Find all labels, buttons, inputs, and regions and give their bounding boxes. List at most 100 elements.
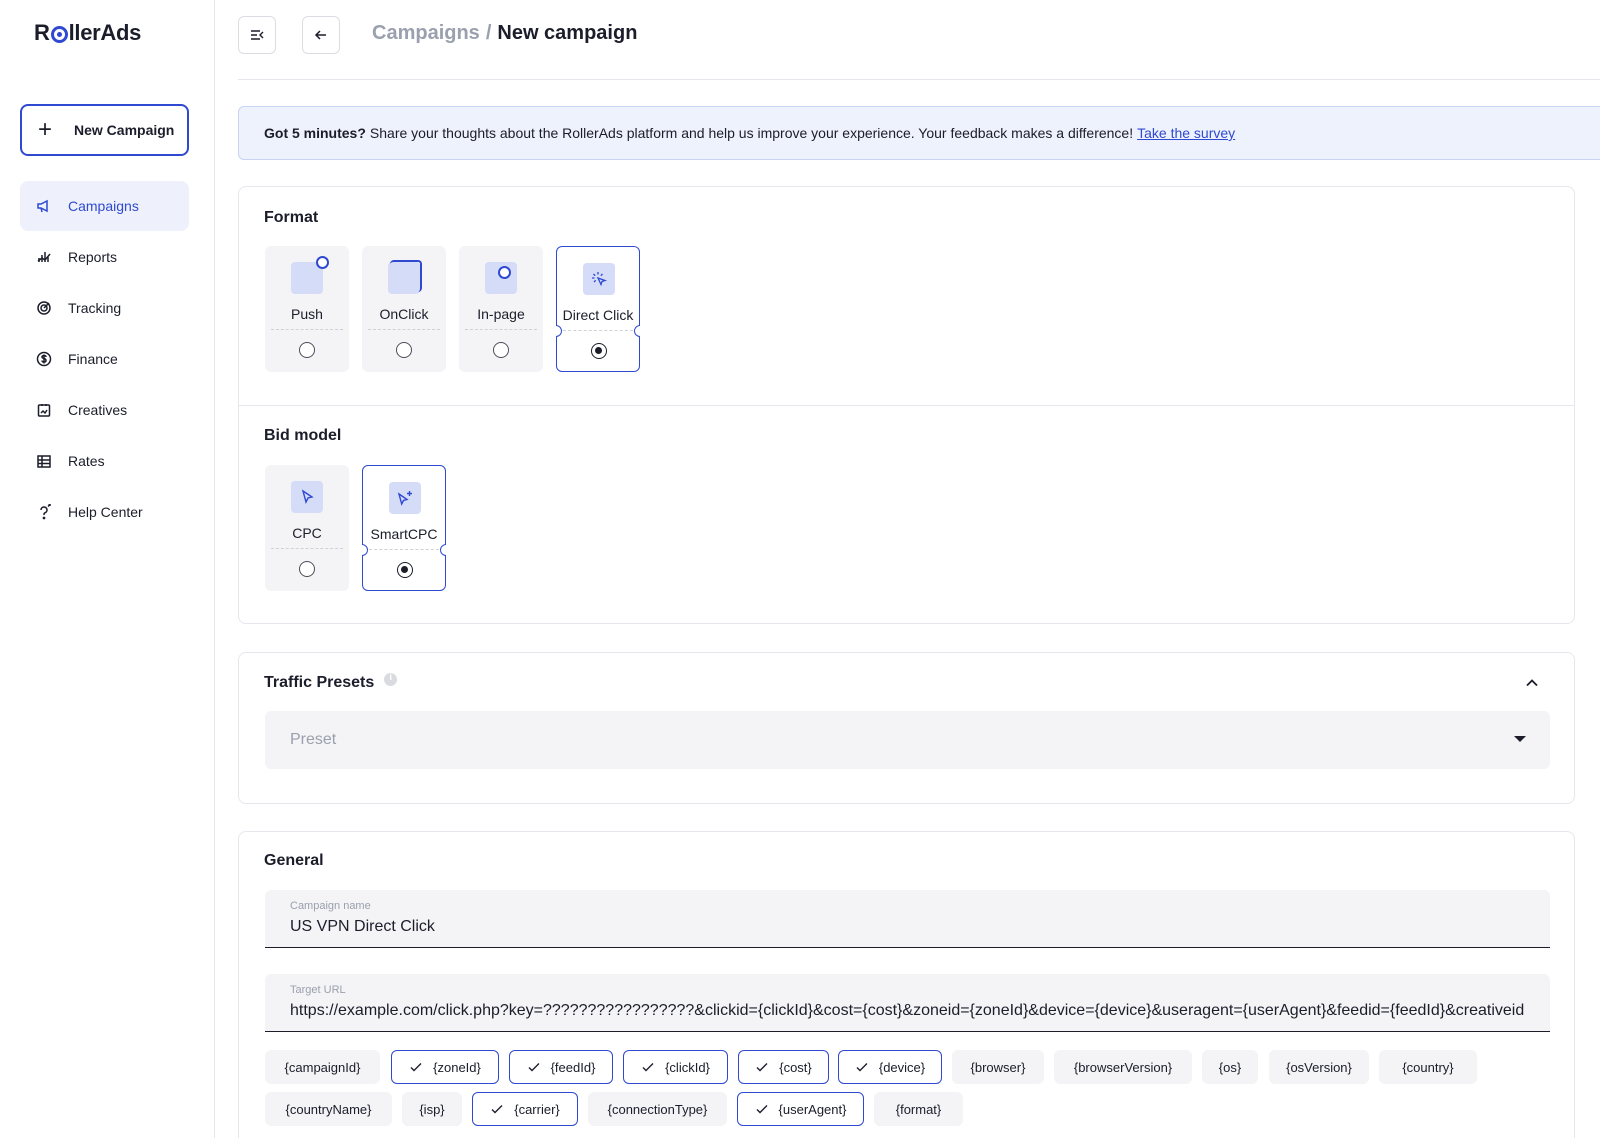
macro-chip-device[interactable]: {device} <box>838 1050 942 1084</box>
macro-chip-label: {zoneId} <box>433 1059 481 1075</box>
macro-chip-label: {connectionType} <box>607 1101 708 1117</box>
format-option-onclick[interactable]: OnClick <box>362 246 446 372</box>
macro-chip-label: {userAgent} <box>778 1101 847 1117</box>
format-option-push[interactable]: Push <box>265 246 349 372</box>
macro-chip-os[interactable]: {os} <box>1202 1050 1258 1084</box>
format-radio-push[interactable] <box>299 342 315 358</box>
general-title: General <box>264 852 324 869</box>
macro-chip-label: {isp} <box>419 1101 445 1117</box>
dollar-icon <box>36 351 52 367</box>
macro-chip-browser[interactable]: {browser} <box>952 1050 1044 1084</box>
bid-model-title: Bid model <box>264 427 342 444</box>
sidebar-item-rates[interactable]: Rates <box>20 436 189 486</box>
target-icon <box>36 300 52 316</box>
traffic-presets-heading: Traffic Presets <box>264 672 398 692</box>
page-title: New campaign <box>497 22 638 44</box>
macro-chip-isp[interactable]: {isp} <box>402 1092 462 1126</box>
macro-chip-useragent[interactable]: {userAgent} <box>737 1092 864 1126</box>
macro-chip-label: {clickId} <box>665 1059 710 1075</box>
bid-option-label: SmartCPC <box>370 526 438 542</box>
macro-chip-label: {countryName} <box>285 1101 372 1117</box>
sidebar-item-reports[interactable]: Reports <box>20 232 189 282</box>
format-option-label: In-page <box>477 306 525 322</box>
collapse-sidebar-button[interactable] <box>238 16 276 54</box>
collapse-menu-icon <box>251 30 264 40</box>
format-option-label: OnClick <box>379 306 429 322</box>
cursor-icon <box>291 481 323 513</box>
macro-chip-label: {country} <box>1402 1059 1454 1075</box>
bid-option-label: CPC <box>292 525 322 541</box>
sidebar: RllerAds + New Campaign Campaigns Report… <box>0 0 215 1138</box>
format-option-direct-click[interactable]: Direct Click <box>556 246 640 372</box>
format-option-label: Push <box>291 306 323 322</box>
format-radio-in-page[interactable] <box>493 342 509 358</box>
preset-select[interactable]: Preset <box>265 711 1550 769</box>
check-icon <box>409 1060 423 1074</box>
macro-chip-browserversion[interactable]: {browserVersion} <box>1054 1050 1192 1084</box>
sidebar-item-finance[interactable]: Finance <box>20 334 189 384</box>
arrow-left-icon <box>314 30 326 40</box>
image-icon <box>36 402 52 418</box>
campaign-name-label: Campaign name <box>290 900 371 912</box>
preset-placeholder: Preset <box>290 731 337 748</box>
check-icon <box>855 1060 869 1074</box>
bid-radio-cpc[interactable] <box>299 561 315 577</box>
help-icon <box>36 504 52 520</box>
push-format-icon <box>291 256 329 294</box>
breadcrumb-parent-link[interactable]: Campaigns <box>372 22 480 45</box>
back-button[interactable] <box>302 16 340 54</box>
format-radio-onclick[interactable] <box>396 342 412 358</box>
macro-chip-label: {cost} <box>779 1059 812 1075</box>
dropdown-caret-icon <box>1514 736 1526 742</box>
table-icon <box>36 453 52 469</box>
bid-option-smartcpc[interactable]: SmartCPC <box>362 465 446 591</box>
macro-chip-carrier[interactable]: {carrier} <box>472 1092 578 1126</box>
macro-chip-country[interactable]: {country} <box>1379 1050 1477 1084</box>
target-url-field[interactable]: Target URL https://example.com/click.php… <box>265 974 1550 1032</box>
breadcrumb-separator: / <box>485 22 492 44</box>
macro-chip-connectiontype[interactable]: {connectionType} <box>588 1092 727 1126</box>
format-radio-direct-click[interactable] <box>591 343 607 359</box>
macro-chips: {campaignId} {zoneId} {feedId} {clickId}… <box>265 1050 1555 1130</box>
megaphone-icon <box>36 198 52 214</box>
sidebar-item-label: Tracking <box>68 300 122 316</box>
macro-chip-cost[interactable]: {cost} <box>738 1050 829 1084</box>
target-url-label: Target URL <box>290 984 346 996</box>
macro-chip-campaignid[interactable]: {campaignId} <box>265 1050 380 1084</box>
check-icon <box>755 1060 769 1074</box>
sidebar-item-label: Rates <box>68 453 105 469</box>
chevron-up-icon <box>1526 679 1538 687</box>
bid-option-cpc[interactable]: CPC <box>265 465 349 591</box>
collapse-section-button[interactable] <box>1524 675 1540 691</box>
macro-chip-clickid[interactable]: {clickId} <box>623 1050 728 1084</box>
campaign-name-field[interactable]: Campaign name US VPN Direct Click <box>265 890 1550 948</box>
cursor-plus-icon <box>389 482 421 514</box>
macro-chip-label: {carrier} <box>514 1101 560 1117</box>
new-campaign-button[interactable]: + New Campaign <box>20 104 189 156</box>
format-option-in-page[interactable]: In-page <box>459 246 543 372</box>
sidebar-item-label: Campaigns <box>68 198 139 214</box>
macro-chip-zoneid[interactable]: {zoneId} <box>391 1050 499 1084</box>
bid-radio-smartcpc[interactable] <box>397 562 413 578</box>
sidebar-item-creatives[interactable]: Creatives <box>20 385 189 435</box>
macro-chip-label: {campaignId} <box>284 1059 361 1075</box>
macro-chip-label: {browserVersion} <box>1073 1059 1173 1075</box>
sidebar-item-help-center[interactable]: Help Center <box>20 487 189 537</box>
macro-chip-label: {format} <box>895 1101 942 1117</box>
sidebar-item-tracking[interactable]: Tracking <box>20 283 189 333</box>
sidebar-item-label: Reports <box>68 249 118 265</box>
onclick-format-icon <box>388 260 422 294</box>
check-icon <box>641 1060 655 1074</box>
macro-chip-countryname[interactable]: {countryName} <box>265 1092 392 1126</box>
macro-chip-feedid[interactable]: {feedId} <box>509 1050 613 1084</box>
macro-chip-osversion[interactable]: {osVersion} <box>1269 1050 1369 1084</box>
chart-icon <box>36 249 52 265</box>
target-url-value: https://example.com/click.php?key=??????… <box>290 1002 1525 1019</box>
rollerads-logo[interactable]: RllerAds <box>34 20 141 46</box>
check-icon <box>490 1102 504 1116</box>
macro-chip-format[interactable]: {format} <box>874 1092 963 1126</box>
take-survey-link[interactable]: Take the survey <box>1137 125 1235 141</box>
check-icon <box>527 1060 541 1074</box>
sidebar-item-campaigns[interactable]: Campaigns <box>20 181 189 231</box>
info-icon[interactable] <box>384 672 398 686</box>
